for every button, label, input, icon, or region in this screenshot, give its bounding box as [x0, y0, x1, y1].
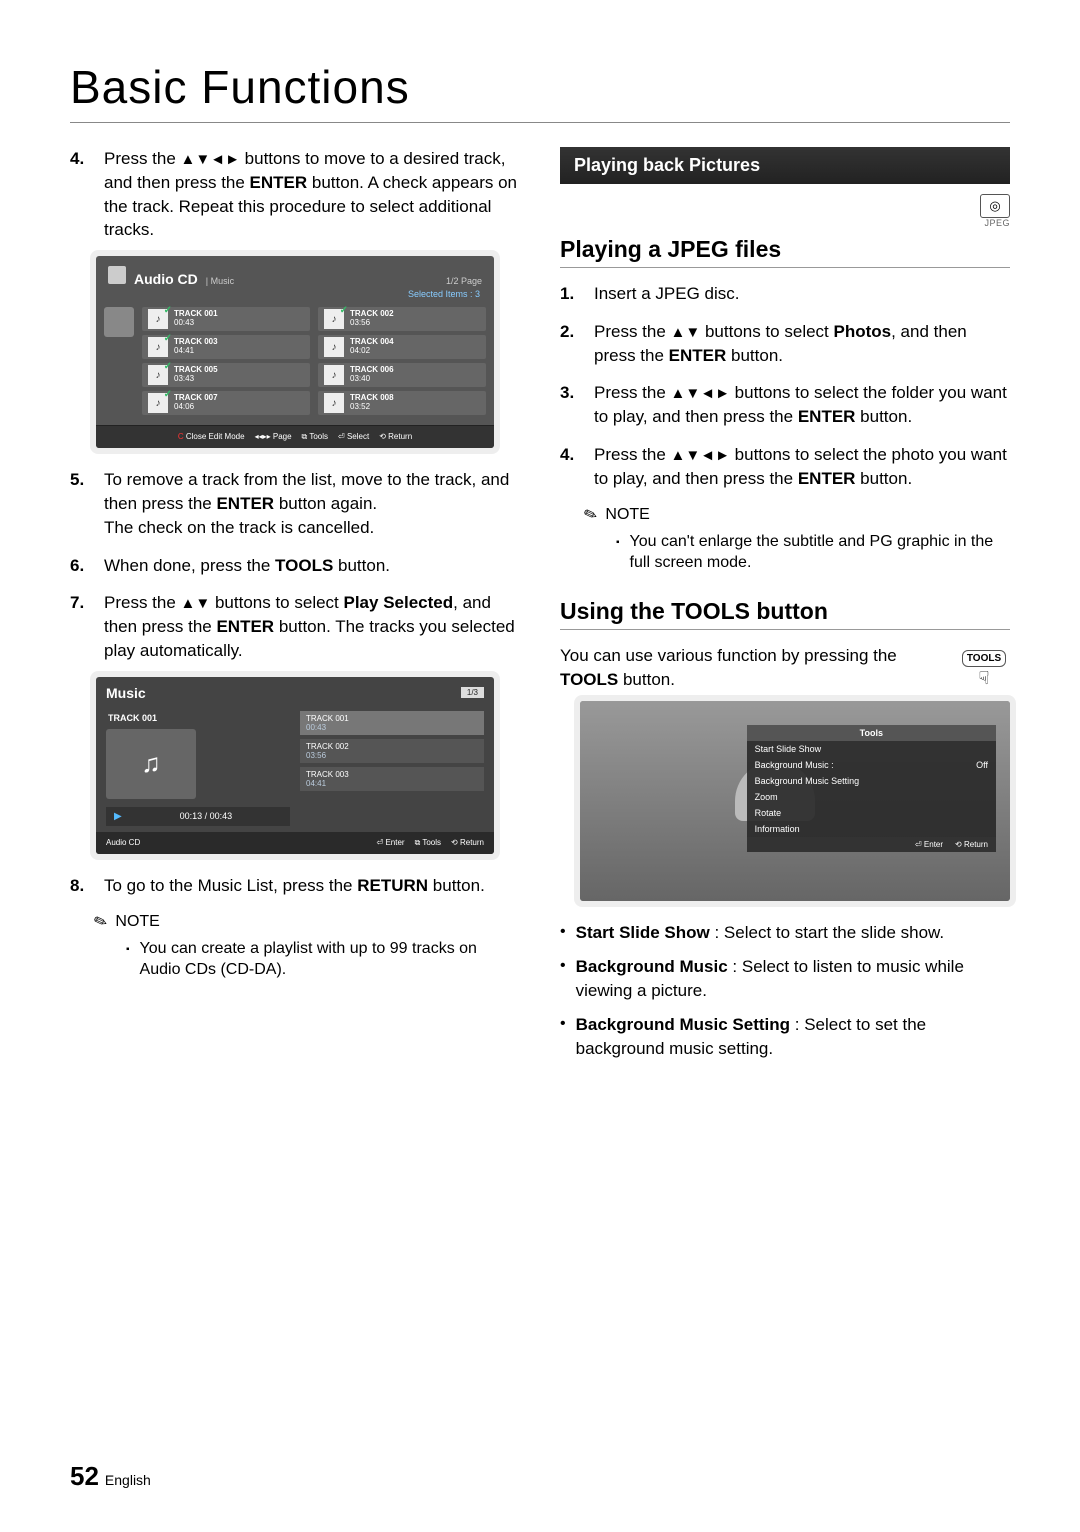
music-note-icon: ♪ — [324, 309, 344, 329]
track-row: ♪TRACK 00704:06 — [142, 391, 310, 415]
title-rule — [70, 122, 1010, 123]
right-column: Playing back Pictures ◎ JPEG Playing a J… — [560, 147, 1010, 1070]
list-item: TRACK 00304:41 — [300, 767, 484, 791]
bullet-item: •Start Slide Show : Select to start the … — [560, 921, 1010, 945]
scr-subtitle: | Music — [206, 276, 234, 286]
time-display: ▶00:13 / 00:43 — [106, 807, 290, 826]
jpeg-badge: ◎ JPEG — [560, 194, 1010, 228]
step-8: 8. To go to the Music List, press the RE… — [70, 874, 520, 898]
audio-cd-screenshot: Audio CD | Music 1/2 Page Selected Items… — [96, 256, 494, 448]
music-player-screenshot: Music 1/3 TRACK 001 ♫ ▶00:13 / 00:43 TRA… — [96, 677, 494, 854]
arrows-icon: ▲▼ — [671, 324, 701, 341]
menu-item: Background Music :Off — [747, 757, 996, 773]
arrows-icon: ▲▼◄► — [671, 447, 730, 464]
step-6: 6. When done, press the TOOLS button. — [70, 554, 520, 578]
step-4: 4. Press the ▲▼◄► buttons to move to a d… — [70, 147, 520, 242]
step-r2: 2.Press the ▲▼ buttons to select Photos,… — [560, 320, 1010, 368]
step-r3: 3.Press the ▲▼◄► buttons to select the f… — [560, 381, 1010, 429]
menu-item: Rotate — [747, 805, 996, 821]
scr-selected: Selected Items : 3 — [96, 289, 494, 303]
note-icon: ✎ — [91, 910, 110, 933]
music-note-icon: ♪ — [148, 337, 168, 357]
scr-thumb — [104, 307, 134, 337]
note-header: ✎ NOTE — [584, 505, 1010, 525]
hand-icon: ☟ — [958, 666, 1010, 691]
step-r1: 1.Insert a JPEG disc. — [560, 282, 1010, 306]
music-note-icon: ♪ — [324, 337, 344, 357]
track-row: ♪TRACK 00803:52 — [318, 391, 486, 415]
bullet-item: •Background Music : Select to listen to … — [560, 955, 1010, 1003]
music-note-icon: ♪ — [148, 393, 168, 413]
tools-intro: TOOLS ☟ You can use various function by … — [560, 644, 1010, 692]
camera-icon: ◎ — [980, 194, 1010, 218]
disc-icon — [108, 266, 126, 284]
subsection-tools: Using the TOOLS button — [560, 598, 1010, 625]
step-5: 5. To remove a track from the list, move… — [70, 468, 520, 539]
menu-item: Background Music Setting — [747, 773, 996, 789]
scr-page: 1/2 Page — [446, 276, 482, 286]
tools-button-icon: TOOLS ☟ — [958, 644, 1010, 691]
track-row: ♪TRACK 00203:56 — [318, 307, 486, 331]
track-row: ♪TRACK 00603:40 — [318, 363, 486, 387]
rule — [560, 267, 1010, 268]
note-icon: ✎ — [581, 503, 600, 526]
scr-title: Audio CD — [134, 271, 198, 287]
track-row: ♪TRACK 00404:02 — [318, 335, 486, 359]
music-note-icon: ♪ — [324, 365, 344, 385]
menu-item: Information — [747, 821, 996, 837]
arrows-icon: ▲▼◄► — [671, 385, 730, 402]
list-item: TRACK 00203:56 — [300, 739, 484, 763]
scr-footer: C Close Edit Mode ◂◂▸▸ Page ⧉ Tools ⏎ Se… — [96, 425, 494, 448]
arrows-icon: ▲▼ — [181, 595, 211, 612]
track-row: ♪TRACK 00503:43 — [142, 363, 310, 387]
music-footer: Audio CD ⏎ Enter ⧉ Tools ⟲ Return — [96, 832, 494, 854]
menu-title: Tools — [747, 725, 996, 741]
tools-menu: Tools Start Slide Show Background Music … — [747, 725, 996, 852]
music-note-icon: ♪ — [148, 365, 168, 385]
play-icon: ▶ — [114, 811, 122, 822]
music-title: Music — [106, 685, 146, 701]
menu-footer: ⏎ Enter ⟲ Return — [747, 837, 996, 852]
list-item: TRACK 00100:43 — [300, 711, 484, 735]
current-track: TRACK 001 — [108, 713, 157, 723]
track-row: ♪TRACK 00304:41 — [142, 335, 310, 359]
bullet-item: •Background Music Setting : Select to se… — [560, 1013, 1010, 1061]
subsection-jpeg: Playing a JPEG files — [560, 236, 1010, 263]
note-item: ▪ You can create a playlist with up to 9… — [126, 938, 520, 981]
step-7: 7. Press the ▲▼ buttons to select Play S… — [70, 591, 520, 662]
music-note-icon: ♪ — [148, 309, 168, 329]
note-header: ✎ NOTE — [94, 912, 520, 932]
album-art-icon: ♫ — [106, 729, 196, 799]
section-header: Playing back Pictures — [560, 147, 1010, 184]
music-page: 1/3 — [461, 687, 484, 698]
rule — [560, 629, 1010, 630]
tools-screenshot: Tools Start Slide Show Background Music … — [580, 701, 1010, 901]
note-item: ▪ You can't enlarge the subtitle and PG … — [616, 531, 1010, 574]
page-title: Basic Functions — [70, 60, 1010, 114]
page-footer: 52English — [70, 1461, 151, 1492]
music-note-icon: ♪ — [324, 393, 344, 413]
menu-item: Start Slide Show — [747, 741, 996, 757]
step-r4: 4.Press the ▲▼◄► buttons to select the p… — [560, 443, 1010, 491]
left-column: 4. Press the ▲▼◄► buttons to move to a d… — [70, 147, 520, 1070]
arrows-icon: ▲▼◄► — [181, 151, 240, 168]
menu-item: Zoom — [747, 789, 996, 805]
track-row: ♪TRACK 00100:43 — [142, 307, 310, 331]
